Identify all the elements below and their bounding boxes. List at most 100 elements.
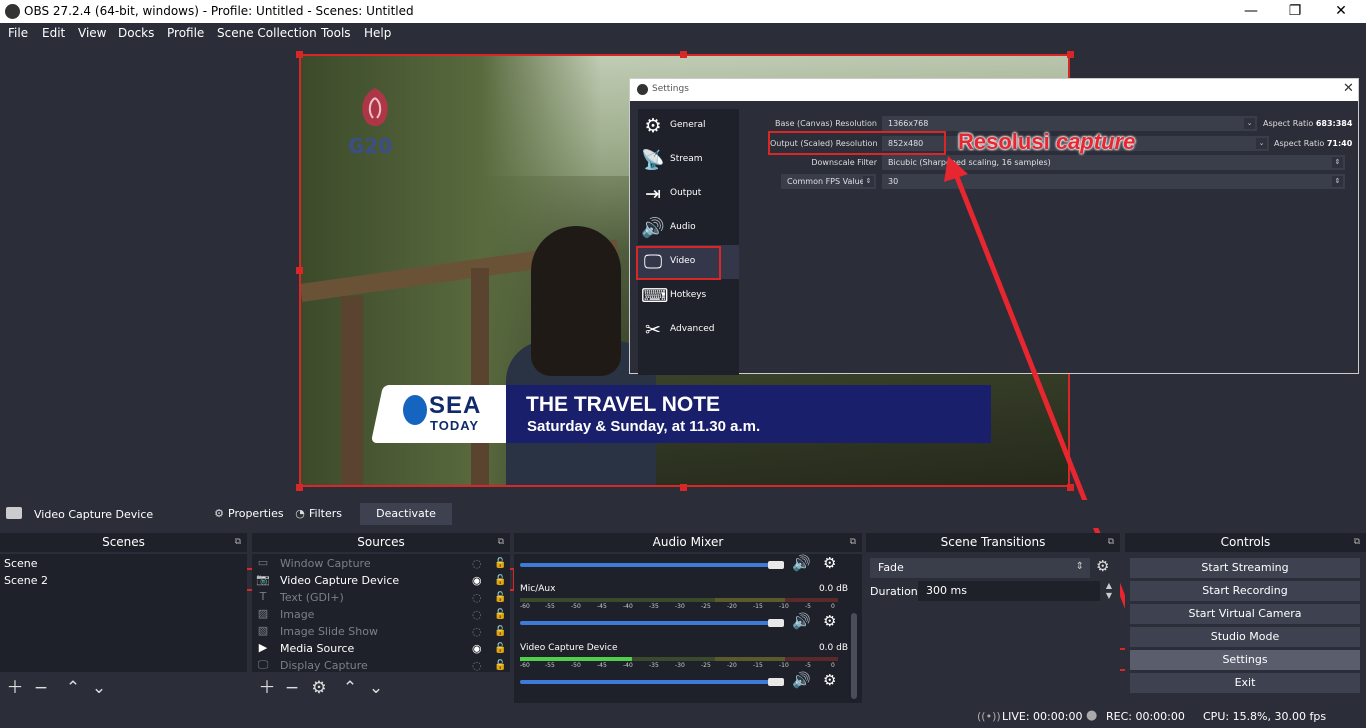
lock-icon[interactable]: 🔓: [494, 572, 506, 589]
transition-value: Fade: [878, 561, 904, 574]
lock-icon[interactable]: 🔓: [494, 606, 506, 623]
eye-hidden-icon[interactable]: ◌: [472, 657, 482, 674]
scene-transitions-header: Scene Transitions ⧉: [866, 533, 1120, 552]
scale-tick: -10: [779, 603, 789, 610]
add-icon[interactable]: ＋: [4, 676, 26, 700]
source-label: Media Source: [280, 642, 355, 655]
volume-knob[interactable]: [768, 561, 784, 569]
eye-icon[interactable]: ◉: [472, 640, 482, 657]
transition-select[interactable]: Fade ⇕: [870, 558, 1090, 578]
studio-mode-button[interactable]: Studio Mode: [1130, 627, 1360, 647]
float-icon[interactable]: ⧉: [498, 533, 504, 552]
volume-slider[interactable]: [520, 621, 780, 625]
float-icon[interactable]: ⧉: [235, 533, 241, 552]
start-streaming-button[interactable]: Start Streaming: [1130, 558, 1360, 578]
gear-icon[interactable]: ⚙: [823, 554, 836, 572]
scale-tick: -40: [623, 662, 633, 669]
scale-tick: -30: [675, 603, 685, 610]
source-label: Window Capture: [280, 557, 371, 570]
scale-tick: -10: [779, 662, 789, 669]
properties-button[interactable]: ⚙ Properties: [212, 503, 284, 525]
lock-icon[interactable]: 🔓: [494, 555, 506, 572]
channel-db: 0.0 dB: [818, 584, 848, 594]
float-icon[interactable]: ⧉: [1108, 533, 1114, 552]
volume-knob[interactable]: [768, 678, 784, 686]
remove-icon[interactable]: −: [281, 676, 303, 700]
speaker-icon[interactable]: 🔊: [792, 671, 811, 689]
eye-hidden-icon[interactable]: ◌: [472, 589, 482, 606]
source-item[interactable]: 📷 Video Capture Device ◉ 🔓: [256, 572, 506, 589]
gear-icon[interactable]: ⚙: [823, 612, 836, 630]
source-item[interactable]: ▶ Media Source ◉ 🔓: [256, 640, 507, 657]
duration-input[interactable]: 300 ms: [918, 581, 1100, 601]
speaker-icon[interactable]: 🔊: [792, 612, 811, 630]
eye-hidden-icon[interactable]: ◌: [472, 555, 482, 572]
scale-tick: -25: [701, 662, 711, 669]
status-bar: ((•)) LIVE: 00:00:00 ● REC: 00:00:00 CPU…: [0, 706, 1366, 728]
scale-tick: -15: [753, 662, 763, 669]
float-icon[interactable]: ⧉: [1354, 533, 1360, 552]
scenes-list: Scene Scene 2: [0, 554, 247, 672]
scene-item[interactable]: Scene 2: [0, 572, 247, 589]
speaker-icon[interactable]: 🔊: [792, 554, 811, 572]
scene-item[interactable]: Scene: [0, 555, 247, 572]
gear-icon[interactable]: ⚙: [308, 676, 330, 700]
settings-button[interactable]: Settings: [1130, 650, 1360, 670]
exit-button[interactable]: Exit: [1130, 673, 1360, 693]
sources-list: ▭ Window Capture ◌ 🔓 📷 Video Capture Dev…: [252, 554, 510, 672]
meter-scale: -60 -55 -50 -45 -40 -35 -30 -25 -20 -15 …: [520, 603, 838, 613]
dock-title: Scene Transitions: [940, 535, 1046, 549]
volume-slider[interactable]: [520, 563, 780, 567]
properties-label: Properties: [228, 507, 284, 520]
selected-source-name: Video Capture Device: [34, 508, 154, 521]
move-down-icon[interactable]: ⌄: [365, 676, 387, 700]
move-up-icon[interactable]: ⌃: [62, 676, 84, 700]
deactivate-button[interactable]: Deactivate: [360, 503, 452, 525]
dock-title: Audio Mixer: [652, 535, 724, 549]
scenes-header: Scenes ⧉: [0, 533, 247, 552]
source-item[interactable]: ▭ Window Capture ◌ 🔓: [256, 555, 507, 572]
volume-knob[interactable]: [768, 619, 784, 627]
source-label: Image: [280, 608, 315, 621]
source-item[interactable]: ▧ Image Slide Show ◌ 🔓: [256, 623, 507, 640]
channel-name: Video Capture Device: [520, 643, 618, 653]
gear-icon[interactable]: ⚙: [823, 671, 836, 689]
scale-tick: -50: [571, 662, 581, 669]
lock-icon[interactable]: 🔓: [494, 640, 506, 657]
duration-spinner[interactable]: ▲ ▼: [1102, 581, 1116, 601]
eye-icon[interactable]: ◉: [472, 572, 482, 589]
scenes-dock: Scenes ⧉ Scene Scene 2 ＋ − ⌃ ⌄: [0, 533, 247, 703]
controls-header: Controls ⧉: [1125, 533, 1366, 552]
mixer-channel-mic: Mic/Aux 0.0 dB -60 -55 -50 -45 -40 -35 -…: [520, 584, 860, 640]
source-item[interactable]: T Text (GDI+) ◌ 🔓: [256, 589, 507, 606]
lock-icon[interactable]: 🔓: [494, 623, 506, 640]
channel-name: Mic/Aux: [520, 584, 556, 594]
play-icon: ▶: [258, 641, 268, 654]
add-icon[interactable]: ＋: [256, 676, 278, 700]
move-up-icon[interactable]: ⌃: [339, 676, 361, 700]
move-down-icon[interactable]: ⌄: [88, 676, 110, 700]
lock-icon[interactable]: 🔓: [494, 657, 506, 674]
scene-transitions-dock: Scene Transitions ⧉ Fade ⇕ ⚙ Duration 30…: [866, 533, 1120, 703]
scale-tick: -60: [520, 662, 530, 669]
gear-icon[interactable]: ⚙: [1096, 557, 1109, 575]
meter-scale: -60 -55 -50 -45 -40 -35 -30 -25 -20 -15 …: [520, 662, 838, 672]
audio-meter: [520, 598, 838, 602]
source-label: Video Capture Device: [280, 574, 400, 587]
remove-icon[interactable]: −: [30, 676, 52, 700]
source-item[interactable]: 🖵 Display Capture ◌ 🔓: [256, 657, 507, 674]
audio-mixer-body: 🔊 ⚙ Mic/Aux 0.0 dB -60 -55 -50 -45 -40 -…: [514, 554, 862, 703]
source-item[interactable]: ▨ Image ◌ 🔓: [256, 606, 507, 623]
sources-footer: ＋ − ⚙ ⌃ ⌄: [252, 676, 510, 700]
volume-slider[interactable]: [520, 680, 780, 684]
scale-tick: 0: [831, 603, 835, 610]
float-icon[interactable]: ⧉: [850, 533, 856, 552]
mixer-scrollbar[interactable]: [851, 613, 857, 699]
lock-icon[interactable]: 🔓: [494, 589, 506, 606]
eye-hidden-icon[interactable]: ◌: [472, 606, 482, 623]
eye-hidden-icon[interactable]: ◌: [472, 623, 482, 640]
filters-button[interactable]: ◔ Filters: [293, 503, 342, 525]
start-virtual-camera-button[interactable]: Start Virtual Camera: [1130, 604, 1360, 624]
scale-tick: -15: [753, 603, 763, 610]
start-recording-button[interactable]: Start Recording: [1130, 581, 1360, 601]
